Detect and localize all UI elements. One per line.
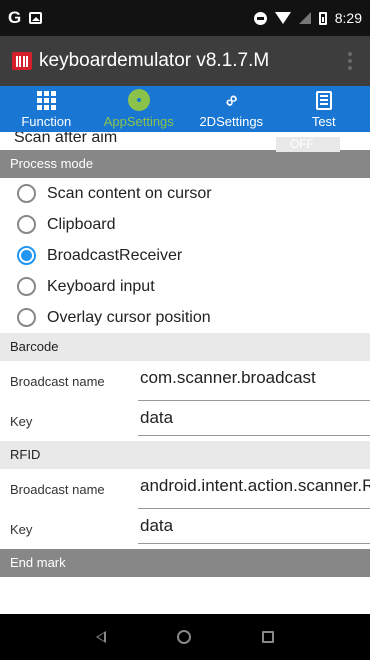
process-mode-header: Process mode bbox=[0, 150, 370, 178]
tab-appsettings[interactable]: AppSettings bbox=[93, 86, 186, 132]
signal-icon bbox=[298, 12, 311, 24]
home-icon[interactable] bbox=[176, 630, 191, 644]
recents-icon[interactable] bbox=[262, 631, 275, 643]
tab-2dsettings[interactable]: ∞ 2DSettings bbox=[185, 86, 278, 132]
rfid-key-field[interactable]: data bbox=[138, 514, 370, 544]
radio-broadcastreceiver[interactable]: BroadcastReceiver bbox=[0, 240, 370, 271]
barcode-header: Barcode bbox=[0, 333, 370, 361]
status-time: 8:29 bbox=[334, 10, 362, 26]
barcode-logo-icon bbox=[12, 52, 32, 70]
tab-label: 2DSettings bbox=[199, 114, 264, 129]
radio-overlay-cursor-position[interactable]: Overlay cursor position bbox=[0, 302, 370, 333]
key-label: Key bbox=[10, 521, 33, 537]
rfid-broadcast-name-field[interactable]: android.intent.action.scanner.RFID bbox=[138, 469, 370, 509]
overflow-menu-icon[interactable] bbox=[348, 52, 352, 70]
broadcast-name-label: Broadcast name bbox=[10, 373, 105, 389]
rfid-key-row: Key data bbox=[0, 509, 370, 549]
do-not-disturb-icon bbox=[253, 11, 267, 25]
rfid-broadcast-row: Broadcast name android.intent.action.sca… bbox=[0, 469, 370, 509]
gear-icon bbox=[129, 91, 148, 109]
radio-keyboard-input[interactable]: Keyboard input bbox=[0, 271, 370, 302]
status-bar: G 8:29 bbox=[0, 0, 370, 36]
radio-button-checked[interactable] bbox=[17, 246, 36, 265]
image-notification-icon bbox=[29, 12, 43, 24]
radio-label: Keyboard input bbox=[47, 277, 155, 295]
barcode-broadcast-name-field[interactable]: com.scanner.broadcast bbox=[138, 361, 370, 401]
scan-after-aim-label: Scan after aim bbox=[14, 132, 118, 146]
radio-button[interactable] bbox=[17, 277, 36, 296]
back-icon[interactable] bbox=[95, 631, 106, 643]
tab-function[interactable]: Function bbox=[0, 86, 93, 132]
radio-button[interactable] bbox=[17, 184, 36, 203]
calculator-icon bbox=[315, 90, 332, 110]
settings-list[interactable]: Scan after aim OFF Process mode Scan con… bbox=[0, 132, 370, 614]
end-mark-header: End mark bbox=[0, 549, 370, 577]
radio-label: BroadcastReceiver bbox=[47, 246, 183, 264]
tab-label: Function bbox=[21, 114, 72, 129]
navigation-bar bbox=[0, 614, 370, 660]
radio-label: Scan content on cursor bbox=[47, 184, 212, 202]
grid-icon bbox=[36, 90, 56, 110]
rfid-header: RFID bbox=[0, 441, 370, 469]
scan-after-aim-row: Scan after aim OFF bbox=[0, 132, 370, 152]
tab-bar: Function AppSettings ∞ 2DSettings Test bbox=[0, 86, 370, 132]
barcode-key-row: Key data bbox=[0, 401, 370, 441]
wifi-icon bbox=[274, 12, 291, 24]
tab-label: AppSettings bbox=[103, 114, 174, 129]
app-title: keyboardemulator v8.1.7.M bbox=[39, 50, 270, 71]
radio-clipboard[interactable]: Clipboard bbox=[0, 209, 370, 240]
key-label: Key bbox=[10, 413, 33, 429]
barcode-broadcast-row: Broadcast name com.scanner.broadcast bbox=[0, 361, 370, 401]
radio-button[interactable] bbox=[17, 215, 36, 234]
broadcast-name-label: Broadcast name bbox=[10, 481, 105, 497]
g-notification-icon: G bbox=[8, 8, 22, 27]
battery-icon bbox=[318, 11, 327, 25]
scan-after-aim-toggle[interactable]: OFF bbox=[276, 137, 340, 152]
radio-label: Clipboard bbox=[47, 215, 116, 233]
link-icon: ∞ bbox=[219, 88, 243, 112]
radio-label: Overlay cursor position bbox=[47, 308, 211, 326]
tab-test[interactable]: Test bbox=[278, 86, 370, 132]
radio-scan-content-on-cursor[interactable]: Scan content on cursor bbox=[0, 178, 370, 209]
barcode-key-field[interactable]: data bbox=[138, 406, 370, 436]
tab-label: Test bbox=[311, 114, 336, 129]
radio-button[interactable] bbox=[17, 308, 36, 327]
app-bar: keyboardemulator v8.1.7.M bbox=[0, 36, 370, 86]
